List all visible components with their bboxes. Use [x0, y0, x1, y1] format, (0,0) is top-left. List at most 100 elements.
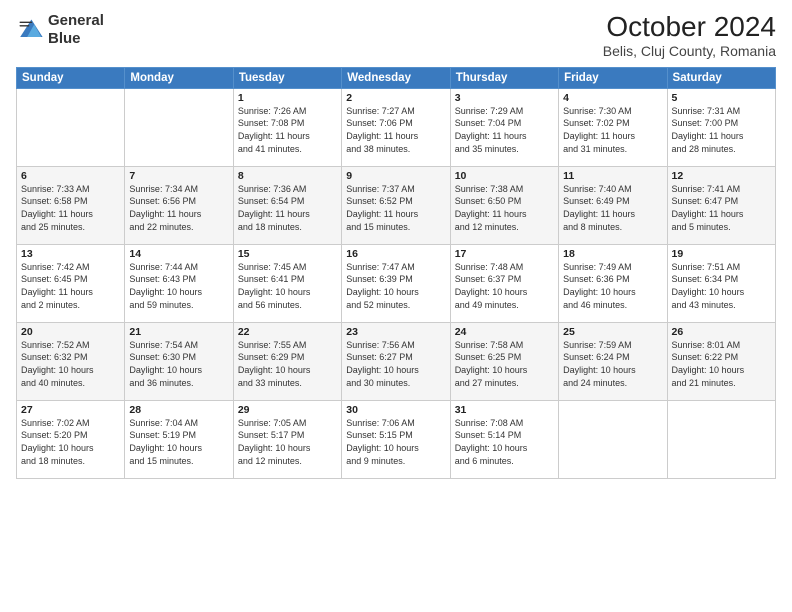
- day-info: Sunrise: 7:56 AM Sunset: 6:27 PM Dayligh…: [346, 339, 445, 389]
- calendar-cell: 22Sunrise: 7:55 AM Sunset: 6:29 PM Dayli…: [233, 322, 341, 400]
- day-info: Sunrise: 7:44 AM Sunset: 6:43 PM Dayligh…: [129, 261, 228, 311]
- calendar-cell: 5Sunrise: 7:31 AM Sunset: 7:00 PM Daylig…: [667, 88, 775, 166]
- calendar-cell: 19Sunrise: 7:51 AM Sunset: 6:34 PM Dayli…: [667, 244, 775, 322]
- calendar-cell: 26Sunrise: 8:01 AM Sunset: 6:22 PM Dayli…: [667, 322, 775, 400]
- day-number: 18: [563, 248, 662, 260]
- calendar-cell: 11Sunrise: 7:40 AM Sunset: 6:49 PM Dayli…: [559, 166, 667, 244]
- calendar-cell: 27Sunrise: 7:02 AM Sunset: 5:20 PM Dayli…: [17, 400, 125, 478]
- day-info: Sunrise: 7:36 AM Sunset: 6:54 PM Dayligh…: [238, 183, 337, 233]
- calendar-cell: 18Sunrise: 7:49 AM Sunset: 6:36 PM Dayli…: [559, 244, 667, 322]
- calendar-cell: 23Sunrise: 7:56 AM Sunset: 6:27 PM Dayli…: [342, 322, 450, 400]
- day-info: Sunrise: 7:45 AM Sunset: 6:41 PM Dayligh…: [238, 261, 337, 311]
- weekday-header: Tuesday: [233, 67, 341, 88]
- calendar-cell: 30Sunrise: 7:06 AM Sunset: 5:15 PM Dayli…: [342, 400, 450, 478]
- day-info: Sunrise: 7:51 AM Sunset: 6:34 PM Dayligh…: [672, 261, 771, 311]
- day-info: Sunrise: 8:01 AM Sunset: 6:22 PM Dayligh…: [672, 339, 771, 389]
- calendar-week-row: 20Sunrise: 7:52 AM Sunset: 6:32 PM Dayli…: [17, 322, 776, 400]
- day-info: Sunrise: 7:48 AM Sunset: 6:37 PM Dayligh…: [455, 261, 554, 311]
- calendar-cell: 31Sunrise: 7:08 AM Sunset: 5:14 PM Dayli…: [450, 400, 558, 478]
- weekday-header: Monday: [125, 67, 233, 88]
- day-number: 19: [672, 248, 771, 260]
- calendar-cell: 28Sunrise: 7:04 AM Sunset: 5:19 PM Dayli…: [125, 400, 233, 478]
- weekday-header: Saturday: [667, 67, 775, 88]
- calendar-cell: 13Sunrise: 7:42 AM Sunset: 6:45 PM Dayli…: [17, 244, 125, 322]
- day-number: 23: [346, 326, 445, 338]
- page: General Blue October 2024 Belis, Cluj Co…: [0, 0, 792, 612]
- calendar-cell: 4Sunrise: 7:30 AM Sunset: 7:02 PM Daylig…: [559, 88, 667, 166]
- subtitle: Belis, Cluj County, Romania: [603, 43, 776, 59]
- calendar-cell: 15Sunrise: 7:45 AM Sunset: 6:41 PM Dayli…: [233, 244, 341, 322]
- day-number: 28: [129, 404, 228, 416]
- calendar-cell: 14Sunrise: 7:44 AM Sunset: 6:43 PM Dayli…: [125, 244, 233, 322]
- day-number: 21: [129, 326, 228, 338]
- day-info: Sunrise: 7:30 AM Sunset: 7:02 PM Dayligh…: [563, 105, 662, 155]
- calendar-cell: 3Sunrise: 7:29 AM Sunset: 7:04 PM Daylig…: [450, 88, 558, 166]
- day-number: 7: [129, 170, 228, 182]
- day-info: Sunrise: 7:02 AM Sunset: 5:20 PM Dayligh…: [21, 417, 120, 467]
- calendar-cell: 1Sunrise: 7:26 AM Sunset: 7:08 PM Daylig…: [233, 88, 341, 166]
- calendar-cell: 29Sunrise: 7:05 AM Sunset: 5:17 PM Dayli…: [233, 400, 341, 478]
- day-info: Sunrise: 7:33 AM Sunset: 6:58 PM Dayligh…: [21, 183, 120, 233]
- calendar-cell: 6Sunrise: 7:33 AM Sunset: 6:58 PM Daylig…: [17, 166, 125, 244]
- calendar-week-row: 13Sunrise: 7:42 AM Sunset: 6:45 PM Dayli…: [17, 244, 776, 322]
- day-number: 26: [672, 326, 771, 338]
- day-info: Sunrise: 7:52 AM Sunset: 6:32 PM Dayligh…: [21, 339, 120, 389]
- day-number: 16: [346, 248, 445, 260]
- calendar-cell: 16Sunrise: 7:47 AM Sunset: 6:39 PM Dayli…: [342, 244, 450, 322]
- day-info: Sunrise: 7:42 AM Sunset: 6:45 PM Dayligh…: [21, 261, 120, 311]
- day-number: 22: [238, 326, 337, 338]
- day-number: 6: [21, 170, 120, 182]
- day-info: Sunrise: 7:55 AM Sunset: 6:29 PM Dayligh…: [238, 339, 337, 389]
- day-number: 14: [129, 248, 228, 260]
- weekday-header: Sunday: [17, 67, 125, 88]
- calendar-cell: 25Sunrise: 7:59 AM Sunset: 6:24 PM Dayli…: [559, 322, 667, 400]
- day-info: Sunrise: 7:27 AM Sunset: 7:06 PM Dayligh…: [346, 105, 445, 155]
- weekday-header: Thursday: [450, 67, 558, 88]
- day-info: Sunrise: 7:37 AM Sunset: 6:52 PM Dayligh…: [346, 183, 445, 233]
- day-number: 25: [563, 326, 662, 338]
- day-info: Sunrise: 7:06 AM Sunset: 5:15 PM Dayligh…: [346, 417, 445, 467]
- day-number: 4: [563, 92, 662, 104]
- calendar-cell: 8Sunrise: 7:36 AM Sunset: 6:54 PM Daylig…: [233, 166, 341, 244]
- day-number: 24: [455, 326, 554, 338]
- day-number: 5: [672, 92, 771, 104]
- calendar-cell: 7Sunrise: 7:34 AM Sunset: 6:56 PM Daylig…: [125, 166, 233, 244]
- day-info: Sunrise: 7:05 AM Sunset: 5:17 PM Dayligh…: [238, 417, 337, 467]
- calendar-week-row: 6Sunrise: 7:33 AM Sunset: 6:58 PM Daylig…: [17, 166, 776, 244]
- day-number: 11: [563, 170, 662, 182]
- day-info: Sunrise: 7:49 AM Sunset: 6:36 PM Dayligh…: [563, 261, 662, 311]
- logo-icon: [16, 16, 44, 44]
- calendar-cell: 9Sunrise: 7:37 AM Sunset: 6:52 PM Daylig…: [342, 166, 450, 244]
- header: General Blue October 2024 Belis, Cluj Co…: [16, 12, 776, 59]
- day-info: Sunrise: 7:38 AM Sunset: 6:50 PM Dayligh…: [455, 183, 554, 233]
- day-info: Sunrise: 7:34 AM Sunset: 6:56 PM Dayligh…: [129, 183, 228, 233]
- calendar-cell: 21Sunrise: 7:54 AM Sunset: 6:30 PM Dayli…: [125, 322, 233, 400]
- header-row: SundayMondayTuesdayWednesdayThursdayFrid…: [17, 67, 776, 88]
- title-block: October 2024 Belis, Cluj County, Romania: [603, 12, 776, 59]
- day-info: Sunrise: 7:41 AM Sunset: 6:47 PM Dayligh…: [672, 183, 771, 233]
- calendar: SundayMondayTuesdayWednesdayThursdayFrid…: [16, 67, 776, 479]
- day-number: 8: [238, 170, 337, 182]
- main-title: October 2024: [603, 12, 776, 43]
- calendar-cell: 10Sunrise: 7:38 AM Sunset: 6:50 PM Dayli…: [450, 166, 558, 244]
- day-info: Sunrise: 7:47 AM Sunset: 6:39 PM Dayligh…: [346, 261, 445, 311]
- day-number: 1: [238, 92, 337, 104]
- day-number: 27: [21, 404, 120, 416]
- day-number: 13: [21, 248, 120, 260]
- day-number: 20: [21, 326, 120, 338]
- day-number: 17: [455, 248, 554, 260]
- calendar-cell: 17Sunrise: 7:48 AM Sunset: 6:37 PM Dayli…: [450, 244, 558, 322]
- calendar-week-row: 27Sunrise: 7:02 AM Sunset: 5:20 PM Dayli…: [17, 400, 776, 478]
- day-info: Sunrise: 7:58 AM Sunset: 6:25 PM Dayligh…: [455, 339, 554, 389]
- day-info: Sunrise: 7:08 AM Sunset: 5:14 PM Dayligh…: [455, 417, 554, 467]
- day-info: Sunrise: 7:04 AM Sunset: 5:19 PM Dayligh…: [129, 417, 228, 467]
- calendar-cell: [559, 400, 667, 478]
- day-info: Sunrise: 7:31 AM Sunset: 7:00 PM Dayligh…: [672, 105, 771, 155]
- weekday-header: Wednesday: [342, 67, 450, 88]
- day-number: 12: [672, 170, 771, 182]
- day-number: 9: [346, 170, 445, 182]
- day-number: 15: [238, 248, 337, 260]
- day-number: 29: [238, 404, 337, 416]
- day-number: 2: [346, 92, 445, 104]
- calendar-cell: 2Sunrise: 7:27 AM Sunset: 7:06 PM Daylig…: [342, 88, 450, 166]
